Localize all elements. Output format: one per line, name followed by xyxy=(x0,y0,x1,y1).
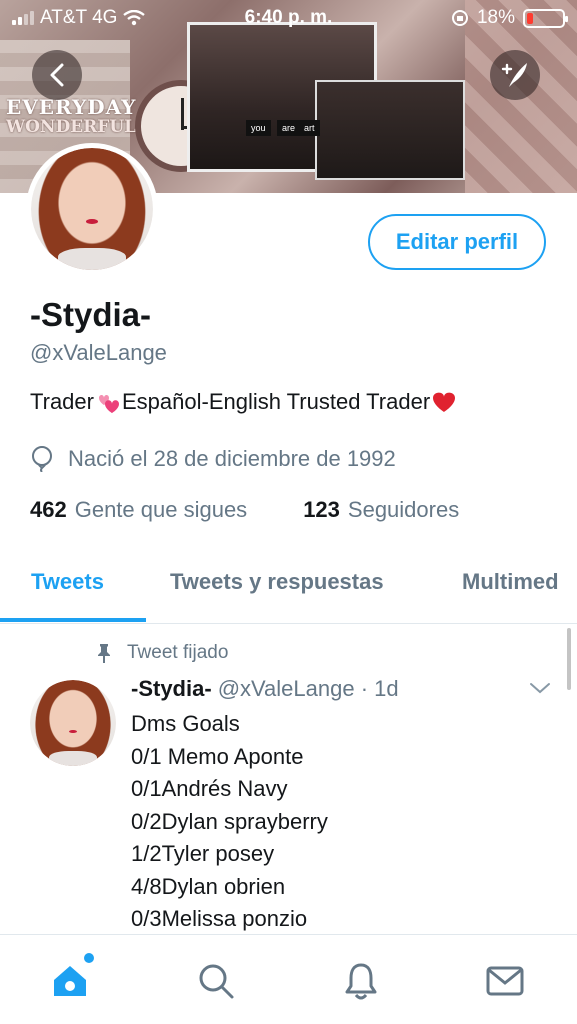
home-icon xyxy=(54,966,86,996)
profile-handle: @xValeLange xyxy=(30,340,167,365)
following-link[interactable]: 462 Gente que sigues xyxy=(30,497,247,523)
follow-counts: 462 Gente que sigues 123 Seguidores xyxy=(30,497,459,523)
mail-icon xyxy=(486,966,524,996)
active-tab-indicator xyxy=(0,618,146,622)
profile-bio: Trader Español-English Trusted Trader xyxy=(30,389,458,415)
pinned-text: Tweet fijado xyxy=(127,642,229,663)
tweet-avatar[interactable] xyxy=(30,680,116,766)
status-bar: AT&T 4G 6:40 p. m. 18% xyxy=(0,0,577,36)
banner-tag: art xyxy=(299,120,320,136)
followers-count: 123 xyxy=(303,497,340,522)
edit-profile-button[interactable]: Editar perfil xyxy=(368,214,546,270)
followers-link[interactable]: 123 Seguidores xyxy=(303,497,459,523)
bio-text: Español-English Trusted Trader xyxy=(121,389,431,414)
search-icon xyxy=(199,964,234,999)
notification-dot xyxy=(84,953,94,963)
followers-label: Seguidores xyxy=(347,497,460,522)
birth-date-text: Nació el 28 de diciembre de 1992 xyxy=(68,446,396,471)
following-label: Gente que sigues xyxy=(74,497,248,522)
tweet-line: 0/2Dylan sprayberry xyxy=(131,808,328,834)
tweet-line: 1/2Tyler posey xyxy=(131,841,275,866)
battery-fill xyxy=(527,12,533,24)
nav-home[interactable] xyxy=(50,961,90,1001)
banner-word-everyday: EVERYDAY xyxy=(6,95,137,119)
status-right: 18% xyxy=(451,7,568,29)
back-button[interactable] xyxy=(32,50,82,100)
banner-word-wonderful: WONDERFUL xyxy=(6,117,137,137)
tweet-header: -Stydia- @xValeLange · 1d xyxy=(131,676,399,702)
tweet-meta: @xValeLange · 1d xyxy=(217,676,399,701)
chevron-down-icon[interactable] xyxy=(528,680,552,696)
tab-media[interactable]: Multimed xyxy=(462,569,559,595)
tab-tweets-replies[interactable]: Tweets y respuestas xyxy=(170,569,384,595)
profile-avatar[interactable] xyxy=(26,143,158,275)
tweet-line: 0/1 Memo Aponte xyxy=(131,743,304,769)
nav-search[interactable] xyxy=(196,961,236,1001)
banner-tag: you xyxy=(246,120,271,136)
avatar-image xyxy=(31,148,153,270)
battery-icon xyxy=(523,8,568,28)
chevron-left-icon xyxy=(50,63,64,87)
banner-photo-trio xyxy=(315,80,465,180)
pin-icon xyxy=(98,644,110,663)
compose-button[interactable] xyxy=(490,50,540,100)
bottom-tab-bar xyxy=(0,934,577,1024)
nav-messages[interactable] xyxy=(485,961,525,1001)
battery-percent: 18% xyxy=(476,7,515,28)
two-hearts-icon xyxy=(98,395,119,413)
tab-tweets[interactable]: Tweets xyxy=(31,569,104,595)
scrollbar[interactable] xyxy=(567,628,571,690)
orientation-lock-icon xyxy=(451,10,468,26)
tweet-line: 4/8Dylan obrien xyxy=(131,873,286,899)
nav-notifications[interactable] xyxy=(341,961,381,1001)
bio-text: Trader xyxy=(30,389,94,414)
following-count: 462 xyxy=(30,497,67,522)
profile-name: -Stydia- xyxy=(30,296,152,333)
tweet-line: Dms Goals xyxy=(131,711,240,736)
tweet-author-name: -Stydia- xyxy=(131,676,212,701)
tweet-body[interactable]: Dms Goals 0/1 Memo Aponte 0/1Andrés Navy… xyxy=(131,708,328,936)
balloon-icon xyxy=(32,446,52,472)
tweet-line: 0/3Melissa ponzio xyxy=(131,906,308,931)
red-heart-icon xyxy=(433,392,456,412)
compose-tweet-icon xyxy=(501,63,527,87)
tweet-line: 0/1Andrés Navy xyxy=(131,776,288,801)
profile-tabs: Tweets Tweets y respuestas Multimed xyxy=(0,548,577,624)
pinned-tweet-label: Tweet fijado xyxy=(95,642,228,664)
banner-tag: are xyxy=(277,120,301,136)
birth-date: Nació el 28 de diciembre de 1992 xyxy=(30,446,396,472)
bell-icon xyxy=(345,963,377,1000)
avatar-image xyxy=(30,680,116,766)
